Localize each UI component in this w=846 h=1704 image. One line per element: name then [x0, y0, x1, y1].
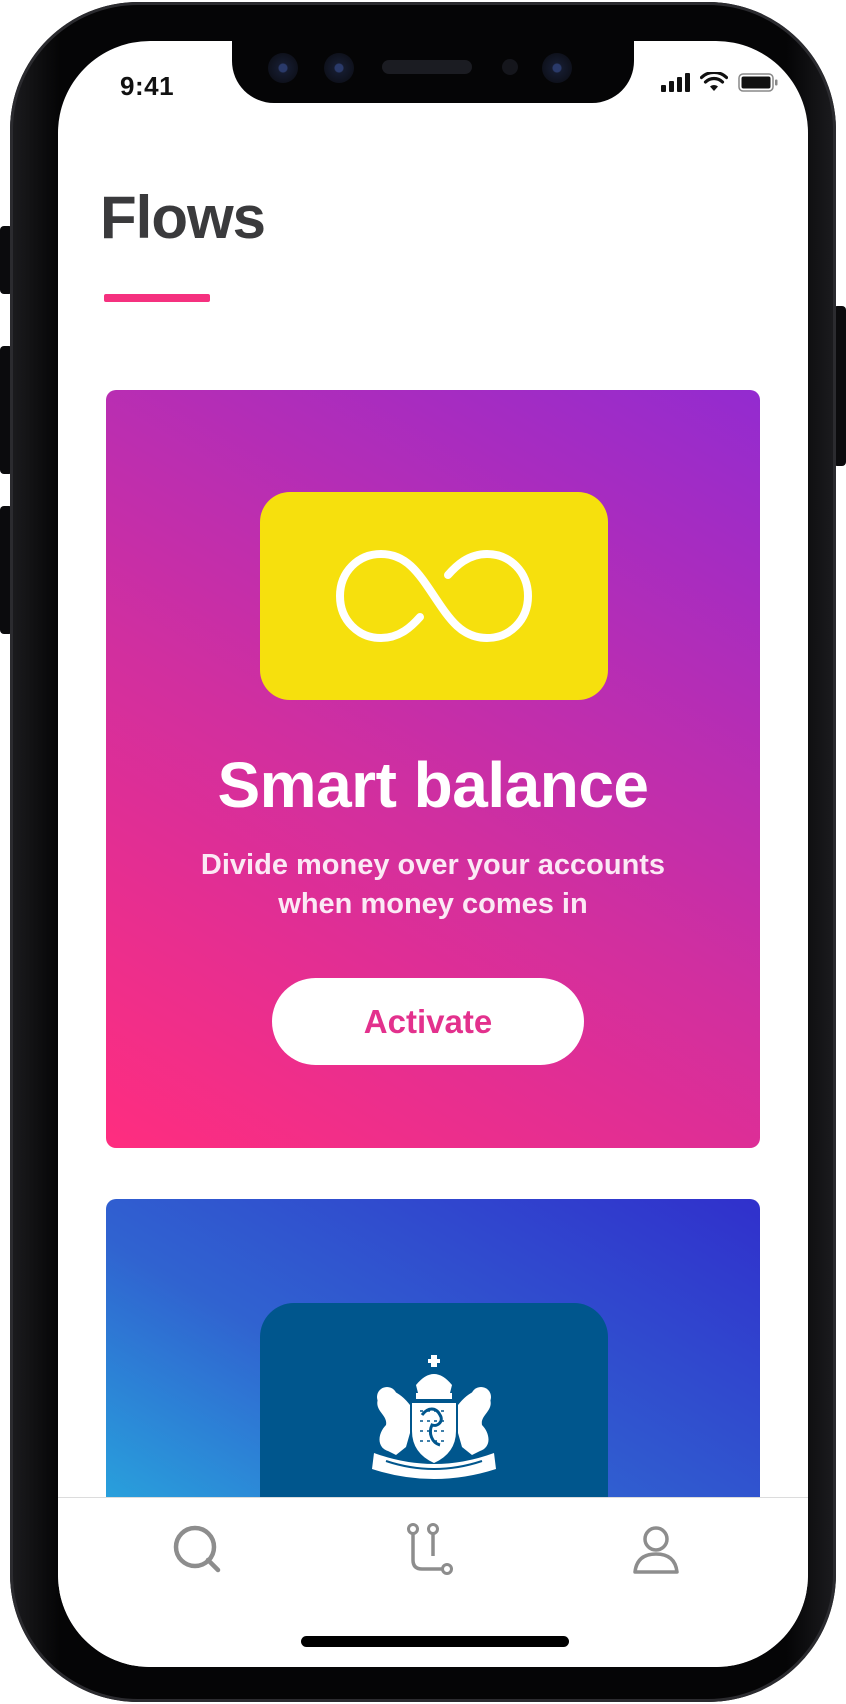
title-underline	[104, 294, 210, 302]
search-icon	[173, 1525, 221, 1573]
front-camera-icon	[324, 53, 354, 83]
flows-icon	[407, 1523, 453, 1575]
phone-frame: 9:41 Flows Smart balance Divide money ov…	[10, 2, 836, 1702]
page-title: Flows	[100, 184, 266, 251]
status-icons	[661, 72, 778, 92]
front-camera-icon	[268, 53, 298, 83]
wifi-icon	[700, 72, 728, 91]
speaker-grille	[382, 60, 472, 74]
person-icon	[633, 1526, 679, 1574]
smart-balance-card[interactable]: Smart balance Divide money over your acc…	[106, 390, 760, 1148]
front-camera-icon	[542, 53, 572, 83]
battery-icon	[738, 73, 778, 92]
card-description: Divide money over your accounts when mon…	[200, 849, 666, 920]
infinity-icon	[335, 549, 533, 643]
status-time: 9:41	[120, 71, 175, 101]
notch	[232, 41, 634, 103]
home-indicator[interactable]	[301, 1636, 569, 1647]
cellular-signal-icon	[661, 72, 690, 92]
tab-profile[interactable]	[626, 1520, 686, 1580]
card-title: Smart balance	[217, 749, 649, 821]
tab-search[interactable]	[168, 1520, 228, 1580]
screen: 9:41 Flows Smart balance Divide money ov…	[58, 41, 808, 1667]
proximity-sensor	[502, 59, 518, 75]
smart-balance-icon-tile	[260, 492, 608, 700]
tab-flows[interactable]	[400, 1520, 460, 1580]
activate-button[interactable]: Activate	[272, 978, 584, 1065]
